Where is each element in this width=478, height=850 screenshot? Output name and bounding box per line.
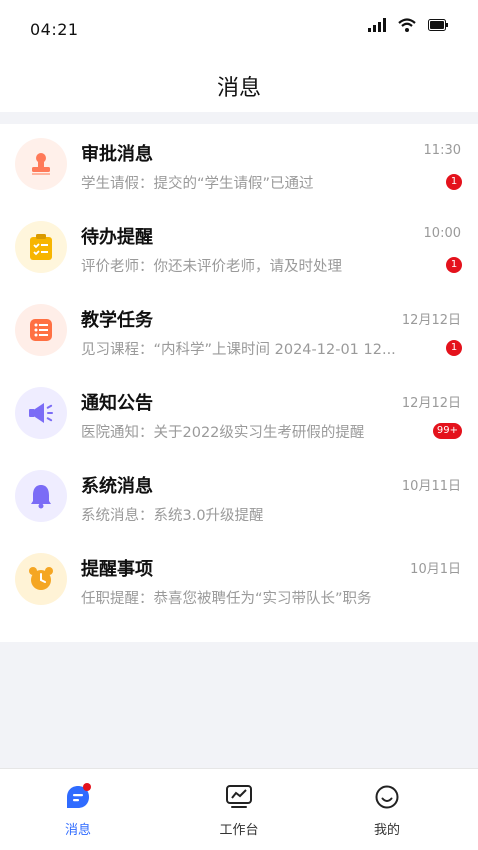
- status-icons: [368, 18, 448, 32]
- message-item-reminder[interactable]: 提醒事项 任职提醒：恭喜您被聘任为“实习带队长”职务 10月1日: [0, 539, 478, 622]
- message-preview: 医院通知：关于2022级实习生考研假的提醒: [81, 425, 365, 441]
- message-time: 12月12日: [401, 313, 461, 328]
- message-time: 10:00: [423, 226, 461, 241]
- battery-icon: [428, 19, 448, 31]
- message-preview: 见习课程：“内科学”上课时间 2024-12-01 12...: [81, 342, 396, 358]
- message-list: 审批消息 学生请假：提交的“学生请假”已通过 11:30 1 待办提醒 评价老师…: [0, 124, 478, 642]
- signal-icon: [368, 18, 386, 32]
- message-title: 审批消息: [81, 144, 153, 165]
- unread-badge: 99+: [432, 423, 462, 439]
- message-title: 系统消息: [81, 476, 153, 497]
- message-title: 通知公告: [81, 393, 153, 414]
- message-title: 提醒事项: [81, 559, 153, 580]
- message-item-teaching[interactable]: 教学任务 见习课程：“内科学”上课时间 2024-12-01 12... 12月…: [0, 290, 478, 373]
- page-title: 消息: [216, 76, 261, 101]
- message-preview: 任职提醒：恭喜您被聘任为“实习带队长”职务: [81, 591, 372, 607]
- message-icon: [33, 783, 123, 811]
- unread-badge: 1: [446, 174, 462, 190]
- message-time: 10月1日: [410, 562, 461, 577]
- wifi-icon: [398, 18, 416, 32]
- message-item-todo[interactable]: 待办提醒 评价老师：你还未评价老师，请及时处理 10:00 1: [0, 207, 478, 290]
- message-title: 教学任务: [81, 310, 153, 331]
- message-item-approval[interactable]: 审批消息 学生请假：提交的“学生请假”已通过 11:30 1: [0, 124, 478, 207]
- megaphone-icon: [15, 387, 67, 439]
- bell-icon: [15, 470, 67, 522]
- workbench-icon: [194, 783, 284, 811]
- unread-badge: 1: [446, 340, 462, 356]
- tab-profile[interactable]: 我的: [342, 783, 432, 838]
- tab-messages[interactable]: 消息: [33, 783, 123, 838]
- navigation-bar: 消息: [0, 58, 478, 112]
- profile-icon: [342, 783, 432, 811]
- message-time: 10月11日: [401, 479, 461, 494]
- tab-label: 消息: [64, 823, 91, 838]
- unread-badge: 1: [446, 257, 462, 273]
- alarm-clock-icon: [15, 553, 67, 605]
- message-preview: 学生请假：提交的“学生请假”已通过: [81, 176, 314, 192]
- message-item-notice[interactable]: 通知公告 医院通知：关于2022级实习生考研假的提醒 12月12日 99+: [0, 373, 478, 456]
- message-item-system[interactable]: 系统消息 系统消息：系统3.0升级提醒 10月11日: [0, 456, 478, 539]
- bottom-tab-bar: 消息 工作台 我的: [0, 768, 478, 850]
- clipboard-icon: [15, 221, 67, 273]
- message-time: 11:30: [423, 143, 461, 158]
- message-title: 待办提醒: [81, 227, 153, 248]
- status-time: 04:21: [30, 20, 79, 39]
- message-preview: 评价老师：你还未评价老师，请及时处理: [81, 259, 342, 275]
- status-bar: 04:21: [0, 0, 478, 58]
- tab-label: 工作台: [219, 823, 259, 838]
- tab-workbench[interactable]: 工作台: [194, 783, 284, 838]
- unread-dot: [83, 783, 91, 791]
- stamp-icon: [15, 138, 67, 190]
- tab-label: 我的: [373, 823, 400, 838]
- task-list-icon: [15, 304, 67, 356]
- message-preview: 系统消息：系统3.0升级提醒: [81, 508, 264, 524]
- message-time: 12月12日: [401, 396, 461, 411]
